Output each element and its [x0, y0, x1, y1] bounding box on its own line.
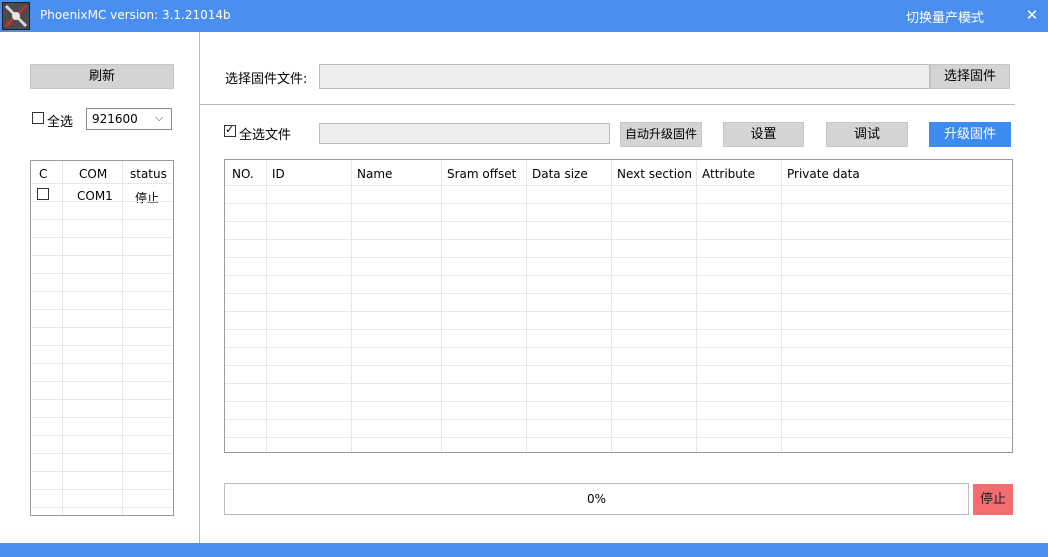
grid-row-line [31, 219, 173, 220]
window-title: PhoenixMC version: 3.1.21014b [40, 8, 231, 22]
choose-firmware-button[interactable]: 选择固件 [930, 64, 1010, 89]
bottom-status-bar [0, 543, 1048, 557]
upgrade-progress-bar: 0% [224, 483, 969, 515]
table-header-attribute: Attribute [702, 167, 755, 181]
table-row-line [225, 311, 1012, 312]
table-row-line [225, 365, 1012, 366]
auto-upgrade-button[interactable]: 自动升级固件 [620, 122, 702, 147]
table-row-line [225, 185, 1012, 186]
grid-row-line [31, 327, 173, 328]
table-row-line [225, 293, 1012, 294]
close-button[interactable]: ✕ [1022, 6, 1042, 26]
grid-row-line [31, 291, 173, 292]
grid-row-line [31, 363, 173, 364]
stop-button[interactable]: 停止 [973, 484, 1013, 515]
table-row-line [225, 239, 1012, 240]
grid-row-line [31, 399, 173, 400]
grid-row-line [31, 273, 173, 274]
file-path-input[interactable] [319, 123, 610, 144]
grid-header-status: status [130, 167, 167, 181]
table-header-name: Name [357, 167, 393, 181]
grid-row-line [31, 183, 173, 184]
progress-text: 0% [586, 492, 607, 506]
firmware-file-label: 选择固件文件: [225, 72, 308, 87]
table-row-line [225, 203, 1012, 204]
table-row-line [225, 275, 1012, 276]
select-all-checkbox[interactable] [32, 112, 44, 124]
app-logo-icon [2, 2, 30, 30]
grid-row-line [31, 507, 173, 508]
grid-row-line [31, 309, 173, 310]
refresh-button[interactable]: 刷新 [30, 64, 174, 89]
table-header-data-size: Data size [532, 167, 588, 181]
table-header-id: ID [272, 167, 285, 181]
table-header-next-section: Next section [617, 167, 692, 181]
upgrade-firmware-button[interactable]: 升级固件 [929, 122, 1011, 147]
table-header-no: NO. [232, 167, 254, 181]
checkmark-icon: ✓ [225, 123, 235, 136]
title-bar: PhoenixMC version: 3.1.21014b 切换量产模式 _ ✕ [0, 0, 1048, 32]
firmware-path-input[interactable] [319, 64, 930, 89]
table-row-line [225, 347, 1012, 348]
table-row-line [225, 383, 1012, 384]
chevron-down-icon: ⌵ [155, 111, 164, 124]
grid-row-line [31, 255, 173, 256]
table-header-private-data: Private data [787, 167, 860, 181]
grid-row-line [31, 381, 173, 382]
grid-row-line [31, 237, 173, 238]
grid-row-line [31, 489, 173, 490]
grid-row-line [31, 471, 173, 472]
settings-button[interactable]: 设置 [723, 122, 804, 147]
grid-row-line [31, 435, 173, 436]
com-port-status: 停止 [135, 191, 160, 205]
table-header-sram-offset: Sram offset [447, 167, 517, 181]
grid-row-line [31, 417, 173, 418]
table-row-line [225, 329, 1012, 330]
com1-checkbox[interactable] [37, 188, 49, 200]
table-row-line [225, 257, 1012, 258]
select-all-label: 全选 [47, 115, 74, 130]
panel-divider [199, 32, 200, 543]
firmware-sections-table: NO. ID Name Sram offset Data size Next s… [224, 159, 1013, 453]
table-row-line [225, 419, 1012, 420]
close-icon: ✕ [1025, 6, 1039, 24]
com-port-grid: C COM status COM1 停止 [30, 160, 174, 516]
baud-rate-select[interactable]: 921600 ⌵ [86, 108, 172, 130]
select-all-files-label: 全选文件 [239, 128, 292, 143]
select-all-files-checkbox[interactable]: ✓ [224, 123, 236, 137]
baud-rate-value: 921600 [92, 112, 138, 126]
grid-row-line [31, 345, 173, 346]
grid-header-c: C [39, 167, 48, 181]
table-row-line [225, 437, 1012, 438]
grid-row-line [31, 453, 173, 454]
grid-row-line [31, 201, 173, 202]
table-row-line [225, 221, 1012, 222]
debug-button[interactable]: 调试 [826, 122, 908, 147]
minimize-button[interactable]: _ [966, 2, 982, 24]
section-divider [200, 104, 1015, 105]
table-row-line [225, 401, 1012, 402]
grid-header-com: COM [79, 167, 108, 181]
